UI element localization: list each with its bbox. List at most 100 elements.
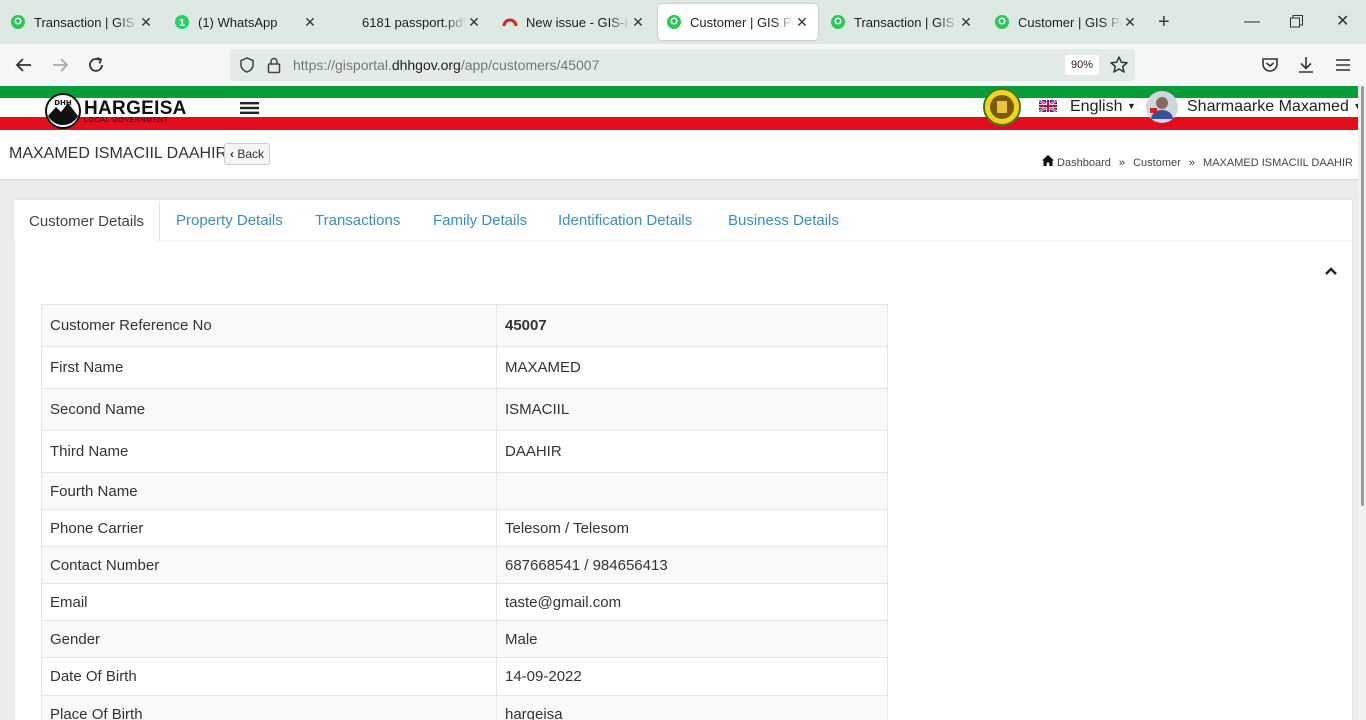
app-menu-icon[interactable]	[1333, 55, 1353, 75]
browser-tab-7[interactable]: Customer | GIS Portal ✕	[986, 4, 1146, 40]
table-row: Fourth Name	[41, 472, 888, 510]
browser-tab-title: Transaction | GIS Portal	[34, 14, 138, 30]
collapse-chevron-up-icon[interactable]	[1324, 264, 1338, 278]
table-row: First Name MAXAMED	[41, 346, 888, 389]
bookmark-star-icon[interactable]	[1109, 55, 1129, 75]
gis-portal-favicon-icon	[667, 15, 681, 29]
detail-value: hargeisa	[496, 695, 888, 720]
breadcrumb-separator: »	[1118, 157, 1126, 169]
pocket-icon[interactable]	[1260, 55, 1280, 75]
site-header: DHH HARGEISA LOCAL GOVERNMENT English ▼ …	[0, 86, 1366, 130]
browser-tab-2[interactable]: 1 (1) WhatsApp ✕	[166, 4, 326, 40]
language-dropdown[interactable]: English ▼	[1070, 98, 1136, 116]
browser-tab-3[interactable]: 6181 passport.pdf ✕	[330, 4, 490, 40]
back-button-label: Back	[237, 147, 265, 161]
table-row: Third Name DAAHIR	[41, 430, 888, 473]
browser-tab-title: Customer | GIS Portal	[1018, 14, 1122, 30]
close-tab-icon[interactable]: ✕	[138, 14, 154, 31]
forward-arrow-icon[interactable]	[50, 55, 70, 75]
detail-value: ISMACIIL	[496, 388, 888, 431]
hargeisa-logo[interactable]: DHH HARGEISA LOCAL GOVERNMENT	[44, 90, 186, 129]
detail-tabs: Customer Details Property Details Transa…	[14, 200, 1352, 241]
tab-customer-details[interactable]: Customer Details	[14, 200, 160, 241]
close-tab-icon[interactable]: ✕	[630, 14, 646, 31]
close-tab-icon[interactable]: ✕	[466, 14, 482, 31]
breadcrumb-current: MAXAMED ISMACIIL DAAHIR	[1203, 157, 1353, 169]
caret-down-icon: ▼	[1126, 101, 1136, 111]
customer-details-table: Customer Reference No 45007 First Name M…	[41, 304, 888, 720]
pdf-favicon-icon	[338, 14, 354, 30]
browser-tab-6[interactable]: Transaction | GIS Portal ✕	[822, 4, 982, 40]
close-window-icon[interactable]: ✕	[1336, 12, 1349, 32]
browser-tab-title: New issue - GIS-Hargeisa	[526, 14, 630, 30]
breadcrumb-customer[interactable]: Customer	[1133, 157, 1181, 169]
detail-label: Phone Carrier	[41, 509, 497, 547]
breadcrumb-dashboard[interactable]: Dashboard	[1057, 157, 1111, 169]
browser-tab-1[interactable]: Transaction | GIS Portal ✕	[2, 4, 162, 40]
breadcrumb: Dashboard » Customer » MAXAMED ISMACIIL …	[1041, 155, 1353, 169]
close-tab-icon[interactable]: ✕	[958, 14, 974, 31]
table-row: Customer Reference No 45007	[41, 304, 888, 347]
user-menu[interactable]: Sharmaarke Maxamed ▼	[1187, 98, 1362, 116]
gitlab-favicon-icon	[502, 18, 518, 27]
detail-label: Gender	[41, 620, 497, 658]
detail-value	[496, 472, 888, 510]
hamburger-menu-icon[interactable]	[240, 102, 259, 114]
detail-value: taste@gmail.com	[496, 583, 888, 621]
browser-nav-bar: https://gisportal.dhhgov.org/app/custome…	[0, 44, 1366, 86]
chevron-left-icon: ‹	[230, 147, 234, 161]
browser-tab-title: Transaction | GIS Portal	[854, 14, 958, 30]
tab-identification-details[interactable]: Identification Details	[558, 200, 692, 241]
language-label: English	[1070, 98, 1123, 115]
gis-portal-favicon-icon	[995, 15, 1009, 29]
table-row: Date Of Birth 14-09-2022	[41, 657, 888, 696]
detail-label: Contact Number	[41, 546, 497, 584]
user-avatar[interactable]	[1146, 91, 1178, 123]
detail-value: DAAHIR	[496, 430, 888, 473]
back-button[interactable]: ‹ Back	[224, 143, 271, 165]
gis-portal-favicon-icon	[11, 15, 25, 29]
table-row: Place Of Birth hargeisa	[41, 695, 888, 720]
customer-box: Customer Details Property Details Transa…	[14, 199, 1353, 720]
browser-tab-5-active[interactable]: Customer | GIS Portal ✕	[658, 4, 818, 40]
detail-value: Male	[496, 620, 888, 658]
table-row: Contact Number 687668541 / 984656413	[41, 546, 888, 584]
government-seal-icon	[983, 88, 1021, 126]
tab-family-details[interactable]: Family Details	[433, 200, 527, 241]
detail-value: MAXAMED	[496, 346, 888, 389]
user-name: Sharmaarke Maxamed	[1187, 98, 1349, 115]
restore-icon[interactable]	[1290, 15, 1303, 28]
home-icon	[1041, 155, 1054, 166]
detail-label: First Name	[41, 346, 497, 389]
download-icon[interactable]	[1296, 55, 1316, 75]
browser-tab-4[interactable]: New issue - GIS-Hargeisa ✕	[494, 4, 654, 40]
minimize-icon[interactable]: —	[1244, 12, 1260, 32]
back-arrow-icon[interactable]	[14, 55, 34, 75]
shield-icon[interactable]	[238, 56, 256, 74]
close-tab-icon[interactable]: ✕	[302, 14, 318, 31]
close-tab-icon[interactable]: ✕	[794, 14, 810, 31]
content-header: MAXAMED ISMACIIL DAAHIR ‹ Back Dashboard…	[0, 130, 1366, 180]
detail-label: Third Name	[41, 430, 497, 473]
table-row: Gender Male	[41, 620, 888, 658]
tab-transactions[interactable]: Transactions	[315, 200, 400, 241]
svg-text:DHH: DHH	[54, 99, 72, 107]
tab-business-details[interactable]: Business Details	[728, 200, 839, 241]
close-tab-icon[interactable]: ✕	[1122, 14, 1138, 31]
table-row: Email taste@gmail.com	[41, 583, 888, 621]
url-prefix: https://gisportal.	[293, 57, 392, 73]
detail-label: Customer Reference No	[41, 304, 497, 347]
url-bar[interactable]: https://gisportal.dhhgov.org/app/custome…	[230, 49, 1135, 81]
detail-value: 687668541 / 984656413	[496, 546, 888, 584]
uk-flag-icon	[1039, 100, 1057, 112]
detail-value: 45007	[496, 304, 888, 347]
browser-tab-title: 6181 passport.pdf	[362, 14, 466, 30]
reload-icon[interactable]	[86, 55, 106, 75]
tab-property-details[interactable]: Property Details	[176, 200, 283, 241]
new-tab-icon[interactable]: +	[1158, 12, 1170, 32]
breadcrumb-separator: »	[1188, 157, 1195, 169]
page-scrollbar-thumb[interactable]	[1361, 86, 1364, 506]
detail-value: Telesom / Telesom	[496, 509, 888, 547]
zoom-indicator[interactable]: 90%	[1065, 55, 1099, 75]
lock-icon[interactable]	[266, 56, 282, 74]
